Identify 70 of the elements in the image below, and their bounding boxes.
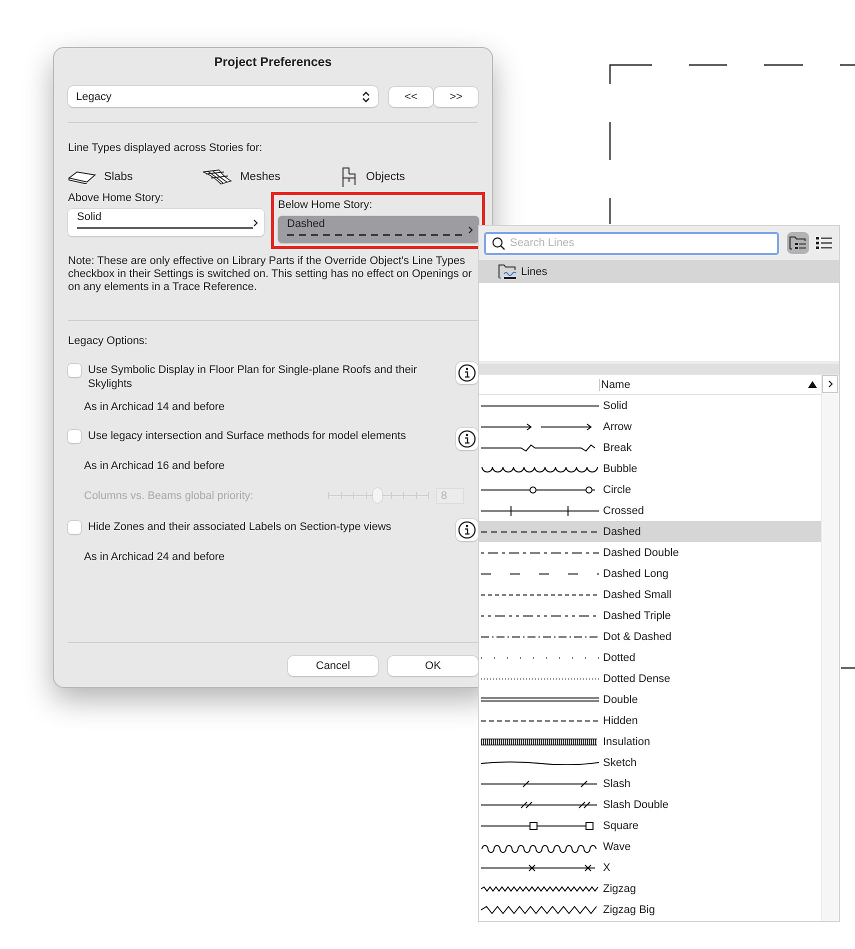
line-segment: [841, 667, 855, 669]
line-type-row[interactable]: Zigzag: [479, 878, 821, 899]
line-type-row[interactable]: Dot & Dashed: [479, 626, 821, 647]
column-header[interactable]: Name: [600, 378, 808, 390]
section-heading: Line Types displayed across Stories for:: [68, 142, 264, 154]
line-type-row[interactable]: Double: [479, 689, 821, 710]
field-label: Above Home Story:: [68, 192, 164, 204]
folder-item[interactable]: Lines: [479, 260, 839, 283]
page-select[interactable]: Legacy: [68, 86, 378, 107]
element-type-label: Meshes: [240, 171, 280, 183]
line-type-selector[interactable]: Solid: [68, 209, 264, 236]
section-heading: Legacy Options:: [68, 335, 148, 347]
line-type-row[interactable]: Dashed: [479, 521, 821, 542]
chair-icon: [340, 166, 358, 188]
info-button[interactable]: [456, 519, 478, 541]
previous-button[interactable]: <<: [389, 86, 433, 106]
folder-icon: [498, 264, 518, 280]
cancel-button[interactable]: Cancel: [288, 656, 378, 676]
search-field[interactable]: Search Lines: [484, 232, 779, 254]
line-type-row[interactable]: Solid: [479, 395, 821, 416]
line-type-row[interactable]: Dashed Small: [479, 584, 821, 605]
element-type-label: Slabs: [104, 171, 133, 183]
option-note: As in Archicad 16 and before: [84, 460, 226, 472]
chevron-icon: [253, 219, 258, 227]
chevron-icon: [468, 226, 473, 234]
line-type-row[interactable]: Wave: [479, 836, 821, 857]
folder-view-button[interactable]: [787, 232, 809, 254]
slider-label: Columns vs. Beams global priority:: [84, 490, 254, 502]
line-type-row[interactable]: Slash Double: [479, 794, 821, 815]
field-label: Below Home Story:: [278, 199, 374, 211]
next-button[interactable]: >>: [434, 86, 478, 106]
option-label: Use Symbolic Display in Floor Plan for Single-plane Roofs and their Skylights: [88, 363, 418, 391]
checkbox[interactable]: [68, 521, 81, 534]
line-type-row[interactable]: Dotted Dense: [479, 668, 821, 689]
line-type-row[interactable]: Square: [479, 815, 821, 836]
column-scroll-button[interactable]: [822, 375, 838, 393]
line-type-row[interactable]: Sketch: [479, 752, 821, 773]
info-button[interactable]: [456, 362, 478, 384]
line-type-row[interactable]: Insulation: [479, 731, 821, 752]
line-type-row[interactable]: Arrow: [479, 416, 821, 437]
checkbox[interactable]: [68, 364, 81, 377]
line-type-row[interactable]: Crossed: [479, 500, 821, 521]
note-text: Note: These are only effective on Library Parts if the Override Object's Line Types checkbox in their Settings is switched on. This setting has no effect on Openings or on any elements in a Trace Reference.: [68, 255, 473, 294]
chevron-icon: [828, 380, 832, 388]
line-type-row[interactable]: Dashed Long: [479, 563, 821, 584]
line-type-row[interactable]: Slash: [479, 773, 821, 794]
line-type-row[interactable]: Break: [479, 437, 821, 458]
line-type-row[interactable]: Circle: [479, 479, 821, 500]
ok-button[interactable]: OK: [388, 656, 478, 676]
option-label: Use legacy intersection and Surface methods for model elements: [88, 429, 407, 443]
line-type-row[interactable]: Zigzag Big: [479, 899, 821, 920]
sort-arrow-icon: [808, 381, 817, 388]
line-type-row[interactable]: Dashed Double: [479, 542, 821, 563]
line-type-row[interactable]: X: [479, 857, 821, 878]
info-button[interactable]: [456, 428, 478, 450]
search-icon: [492, 236, 505, 250]
slab-icon: [68, 170, 96, 184]
option-label: Hide Zones and their associated Labels on Section-type views: [88, 520, 392, 534]
element-type-label: Objects: [366, 171, 406, 183]
line-type-row[interactable]: Dotted: [479, 647, 821, 668]
mesh-icon: [202, 169, 232, 185]
checkbox[interactable]: [68, 430, 81, 443]
line-type-row[interactable]: Dashed Triple: [479, 605, 821, 626]
line-type-row[interactable]: Hidden: [479, 710, 821, 731]
line-type-row[interactable]: Bubble: [479, 458, 821, 479]
line-type-selector[interactable]: Dashed: [278, 216, 479, 243]
option-note: As in Archicad 24 and before: [84, 551, 226, 563]
option-note: As in Archicad 14 and before: [84, 401, 226, 413]
window-title: Project Preferences: [213, 54, 333, 71]
updown-icon: [362, 90, 370, 102]
